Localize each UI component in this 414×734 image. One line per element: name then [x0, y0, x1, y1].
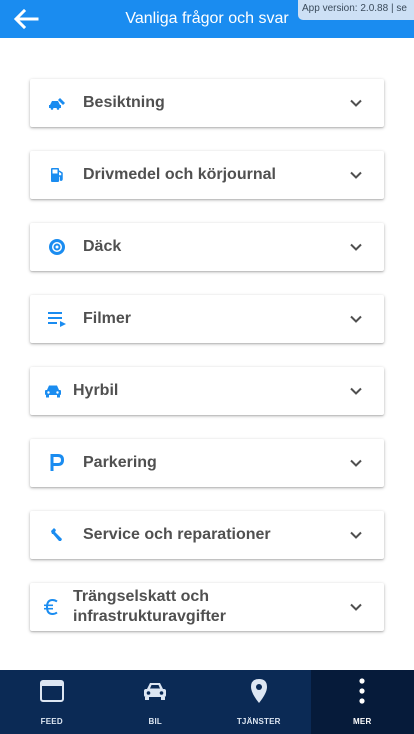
faq-item-label: Service och reparationer — [83, 526, 271, 543]
feed-icon — [39, 676, 65, 706]
faq-item-trangselskatt[interactable]: Trängselskatt och infrastrukturavgifter — [30, 583, 384, 631]
faq-item-label: Trängselskatt och infrastrukturavgifter — [73, 588, 226, 625]
nav-item-feed[interactable]: FEED — [0, 670, 104, 734]
location-pin-icon — [249, 676, 269, 706]
faq-item-dack[interactable]: Däck — [30, 223, 384, 271]
bottom-navigation: FEED BIL TJÄNSTER MER — [0, 670, 414, 734]
faq-item-besiktning[interactable]: Besiktning — [30, 79, 384, 127]
chevron-down-icon — [350, 459, 362, 467]
parking-icon — [46, 452, 68, 474]
playlist-icon — [46, 308, 68, 330]
car-icon — [42, 380, 64, 402]
chevron-down-icon — [350, 603, 362, 611]
nav-label: BIL — [148, 717, 162, 726]
tire-icon — [46, 236, 68, 258]
faq-item-label: Besiktning — [83, 94, 165, 111]
nav-item-tjanster[interactable]: TJÄNSTER — [207, 670, 311, 734]
faq-item-hyrbil[interactable]: Hyrbil — [30, 367, 384, 415]
faq-item-service[interactable]: Service och reparationer — [30, 511, 384, 559]
nav-item-mer[interactable]: MER — [310, 670, 414, 734]
chevron-down-icon — [350, 171, 362, 179]
chevron-down-icon — [350, 99, 362, 107]
faq-item-label: Drivmedel och körjournal — [83, 166, 276, 183]
faq-item-label: Hyrbil — [73, 382, 119, 399]
faq-item-filmer[interactable]: Filmer — [30, 295, 384, 343]
faq-item-label: Filmer — [83, 310, 132, 327]
faq-item-label: Parkering — [83, 454, 157, 471]
chevron-down-icon — [350, 243, 362, 251]
app-version-badge: App version: 2.0.88 | se — [298, 0, 414, 20]
car-inspection-icon — [46, 92, 68, 114]
wrench-icon — [46, 524, 68, 546]
faq-item-parkering[interactable]: Parkering — [30, 439, 384, 487]
chevron-down-icon — [350, 315, 362, 323]
fuel-pump-icon — [46, 164, 68, 186]
faq-item-drivmedel[interactable]: Drivmedel och körjournal — [30, 151, 384, 199]
euro-icon — [40, 596, 62, 618]
nav-label: TJÄNSTER — [236, 717, 281, 726]
app-header: Vanliga frågor och svar App version: 2.0… — [0, 0, 414, 38]
nav-label: MER — [353, 717, 372, 726]
nav-item-bil[interactable]: BIL — [104, 670, 208, 734]
nav-label: FEED — [40, 717, 63, 726]
faq-item-label: Däck — [83, 238, 122, 255]
chevron-down-icon — [350, 387, 362, 395]
chevron-down-icon — [350, 531, 362, 539]
more-vertical-icon — [358, 676, 366, 706]
car-icon — [142, 676, 168, 706]
